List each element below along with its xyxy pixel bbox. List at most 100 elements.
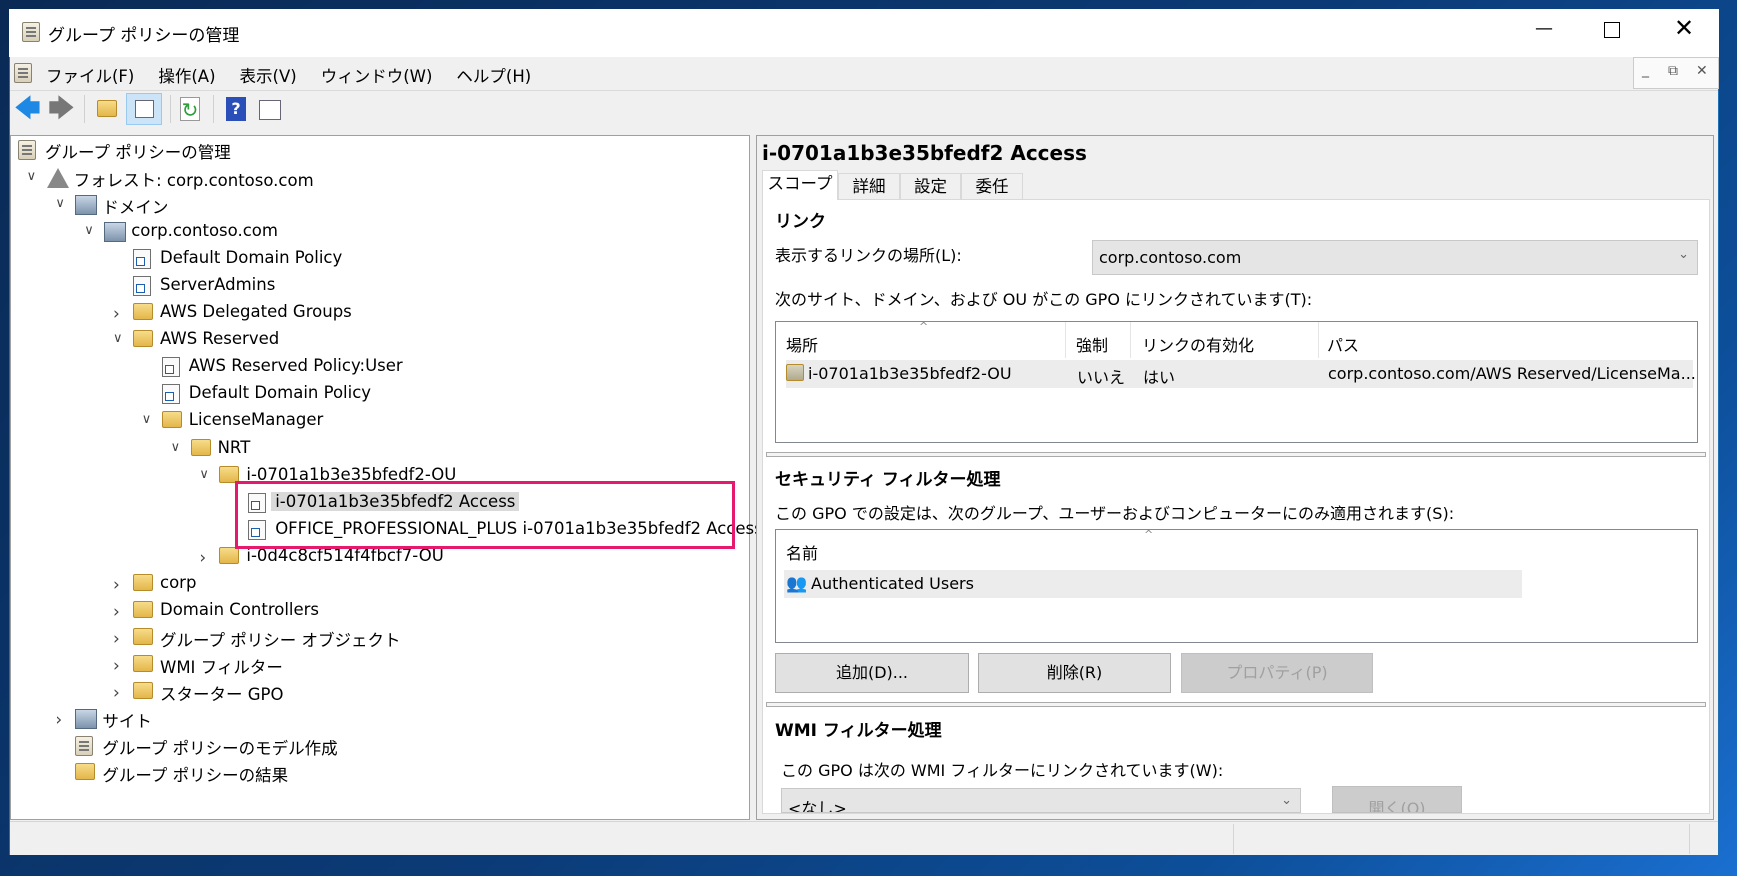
expand-chevron-icon[interactable]: ›	[113, 629, 120, 649]
tree-item-label: グループ ポリシーの結果	[102, 766, 289, 786]
close-button[interactable]: ✕	[1674, 14, 1694, 42]
gpo-icon	[133, 276, 151, 297]
menu-divider	[10, 90, 1718, 91]
column-header-enforced[interactable]: 強制	[1076, 332, 1108, 356]
gpo-icon	[161, 384, 180, 405]
up-folder-icon[interactable]	[97, 100, 117, 117]
window-title: グループ ポリシーの管理	[48, 26, 240, 46]
tree-item-label: corp	[160, 572, 197, 592]
menu-item[interactable]: 操作(A)	[158, 67, 215, 86]
action-pane-icon[interactable]	[259, 100, 281, 120]
open-wmi-button[interactable]: 開く(O)	[1332, 786, 1462, 813]
mdi-minimize-button[interactable]: _	[1642, 62, 1649, 78]
tab-scope[interactable]: スコープ	[762, 170, 838, 200]
tree-item-label: グループ ポリシーのモデル作成	[102, 739, 338, 759]
tree-item-label: Domain Controllers	[160, 599, 320, 619]
location-dropdown[interactable]: corp.contoso.com ⌄	[1092, 240, 1698, 275]
expand-chevron-icon[interactable]: ›	[199, 548, 206, 568]
folder-icon	[219, 465, 240, 483]
menu-item[interactable]: ウィンドウ(W)	[321, 67, 433, 86]
folder-icon	[133, 600, 153, 618]
system-menu-icon[interactable]	[14, 63, 32, 83]
expand-chevron-icon[interactable]: ›	[113, 304, 120, 324]
expand-chevron-icon[interactable]: ›	[55, 710, 62, 730]
menu-item[interactable]: ファイル(F)	[46, 67, 134, 86]
column-header-location[interactable]: 場所	[786, 332, 818, 356]
wmi-filter-dropdown[interactable]: <なし> ⌄	[781, 788, 1301, 813]
tab-details[interactable]: 詳細	[838, 173, 900, 199]
forward-icon[interactable]: 🡆	[48, 96, 75, 122]
cell-path: corp.contoso.com/AWS Reserved/LicenseMa.…	[1328, 364, 1696, 383]
list-item[interactable]: 👥 Authenticated Users	[784, 570, 1522, 598]
show-hide-tree-button[interactable]	[126, 93, 162, 125]
properties-button[interactable]: プロパティ(P)	[1181, 653, 1373, 693]
column-header-name[interactable]: 名前	[786, 540, 818, 564]
scroll-icon	[75, 736, 94, 757]
tree-item-label: AWS Reserved	[160, 329, 280, 349]
collapse-chevron-icon[interactable]: ∨	[84, 223, 94, 238]
mdi-close-button[interactable]: ✕	[1696, 63, 1708, 79]
tree-item-label: Default Domain Policy	[188, 383, 372, 403]
add-button[interactable]: 追加(D)...	[775, 653, 969, 693]
folder-icon	[133, 654, 153, 672]
users-group-icon: 👥	[786, 574, 808, 594]
mdi-controls: _ ⧉ ✕	[1633, 57, 1719, 89]
section-splitter[interactable]	[766, 702, 1706, 707]
expand-chevron-icon[interactable]: ›	[113, 602, 120, 622]
tree-item-label: グループ ポリシーの管理	[45, 143, 231, 162]
refresh-icon[interactable]: ↻	[180, 97, 200, 122]
help-icon[interactable]: ?	[226, 97, 246, 121]
folder-icon	[133, 573, 153, 591]
wmi-filter-value: <なし>	[788, 799, 847, 813]
column-divider	[1318, 322, 1319, 358]
tab-settings[interactable]: 設定	[900, 173, 961, 199]
collapse-chevron-icon[interactable]: ∨	[142, 412, 152, 427]
links-description: 次のサイト、ドメイン、および OU がこの GPO にリンクされています(T):	[775, 290, 1313, 309]
tree-item-label: ドメイン	[102, 198, 169, 218]
show-hide-tree-icon	[135, 100, 154, 118]
collapse-chevron-icon[interactable]: ∨	[113, 331, 123, 346]
section-splitter[interactable]	[766, 452, 1706, 457]
tree-item-label: AWS Reserved Policy:User	[188, 356, 403, 376]
remove-button[interactable]: 削除(R)	[978, 653, 1171, 693]
security-heading: セキュリティ フィルター処理	[775, 470, 1001, 490]
folder-icon	[219, 546, 240, 564]
menu-item[interactable]: 表示(V)	[240, 67, 297, 86]
tree-item-label: corp.contoso.com	[131, 221, 278, 241]
minimize-button[interactable]: —	[1535, 18, 1553, 39]
domain-icon	[104, 222, 127, 243]
collapse-chevron-icon[interactable]: ∨	[55, 196, 65, 211]
column-header-path[interactable]: パス	[1327, 332, 1359, 356]
folder-icon	[133, 627, 153, 645]
gpo-icon	[133, 249, 151, 270]
gpmc-app-icon	[22, 22, 40, 42]
tree-item-label: Default Domain Policy	[160, 248, 343, 268]
collapse-chevron-icon[interactable]: ∨	[199, 467, 209, 482]
sort-ascending-icon: ^	[919, 320, 929, 333]
maximize-button[interactable]	[1604, 22, 1620, 38]
expand-chevron-icon[interactable]: ›	[113, 656, 120, 676]
collapse-chevron-icon[interactable]: ∨	[27, 169, 37, 184]
toolbar-separator	[213, 95, 214, 123]
collapse-chevron-icon[interactable]: ∨	[171, 440, 181, 455]
tree-item-label: LicenseManager	[188, 410, 324, 430]
links-heading: リンク	[775, 212, 826, 232]
back-icon[interactable]: 🡄	[14, 96, 41, 122]
table-row[interactable]: i-0701a1b3e35bfedf2-OU いいえ はい corp.conto…	[786, 360, 1696, 388]
expand-chevron-icon[interactable]: ›	[113, 683, 120, 703]
mdi-restore-button[interactable]: ⧉	[1668, 63, 1678, 79]
folder-icon	[133, 303, 153, 321]
links-list[interactable]: ^ 場所 強制 リンクの有効化 パス i-0701a1b3e35bfedf2-O…	[775, 320, 1698, 443]
expand-chevron-icon[interactable]: ›	[113, 575, 120, 595]
wmi-description: この GPO は次の WMI フィルターにリンクされています(W):	[781, 761, 1224, 780]
sort-ascending-icon: ^	[1144, 528, 1154, 541]
tree-item-label: フォレスト: corp.contoso.com	[73, 171, 314, 190]
tab-delegation[interactable]: 委任	[961, 173, 1023, 199]
security-filter-list[interactable]: ^ 名前 👥 Authenticated Users	[775, 528, 1698, 643]
toolbar-separator	[170, 95, 171, 123]
gpo-icon	[161, 357, 180, 378]
menu-item[interactable]: ヘルプ(H)	[456, 67, 531, 86]
forest-icon	[46, 168, 69, 188]
column-header-link-enabled[interactable]: リンクの有効化	[1142, 332, 1254, 356]
principal-name: Authenticated Users	[811, 574, 974, 593]
